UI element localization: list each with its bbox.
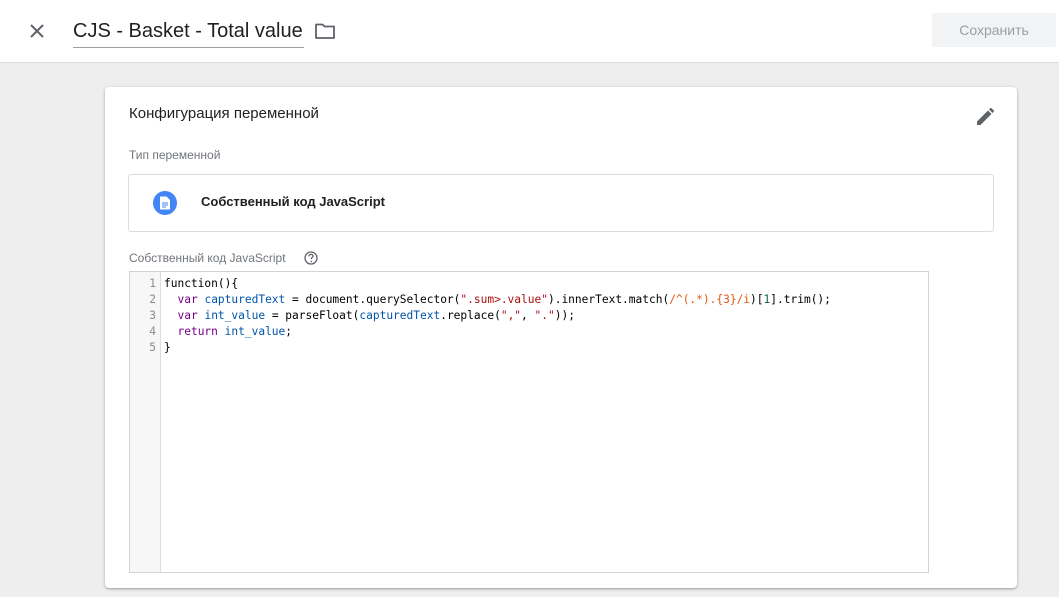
custom-code-label: Собственный код JavaScript <box>129 251 286 265</box>
card-title: Конфигурация переменной <box>129 105 319 122</box>
line-number: 5 <box>149 341 156 354</box>
top-bar: CJS - Basket - Total value Сохранить <box>0 0 1059 63</box>
document-icon <box>153 191 177 215</box>
pencil-icon <box>977 108 994 125</box>
code-line: } <box>164 341 171 354</box>
variable-type-selector[interactable]: Собственный код JavaScript <box>128 174 994 232</box>
help-icon[interactable] <box>304 251 318 265</box>
code-line: var int_value = parseFloat(capturedText.… <box>177 309 575 322</box>
line-number: 3 <box>149 309 156 322</box>
line-number: 2 <box>149 293 156 306</box>
code-content: function(){ var capturedText = document.… <box>164 276 831 356</box>
variable-type-name: Собственный код JavaScript <box>201 194 385 209</box>
close-icon <box>30 24 44 38</box>
code-editor[interactable]: 1 2 3 4 5 function(){ var capturedText =… <box>129 271 929 573</box>
line-number: 1 <box>149 277 156 290</box>
line-number: 4 <box>149 325 156 338</box>
save-button[interactable]: Сохранить <box>932 13 1056 47</box>
line-number-gutter: 1 2 3 4 5 <box>130 272 161 572</box>
code-line: var capturedText = document.querySelecto… <box>177 293 831 306</box>
code-line: function(){ <box>164 277 239 290</box>
folder-icon <box>315 23 335 39</box>
close-button[interactable] <box>22 16 52 46</box>
folder-button[interactable] <box>313 20 337 42</box>
edit-button[interactable] <box>971 103 999 131</box>
variable-configuration-card: Конфигурация переменной Тип переменной С… <box>105 87 1017 588</box>
code-line: return int_value; <box>177 325 293 338</box>
variable-type-label: Тип переменной <box>129 148 221 162</box>
variable-name-field[interactable]: CJS - Basket - Total value <box>73 17 304 48</box>
